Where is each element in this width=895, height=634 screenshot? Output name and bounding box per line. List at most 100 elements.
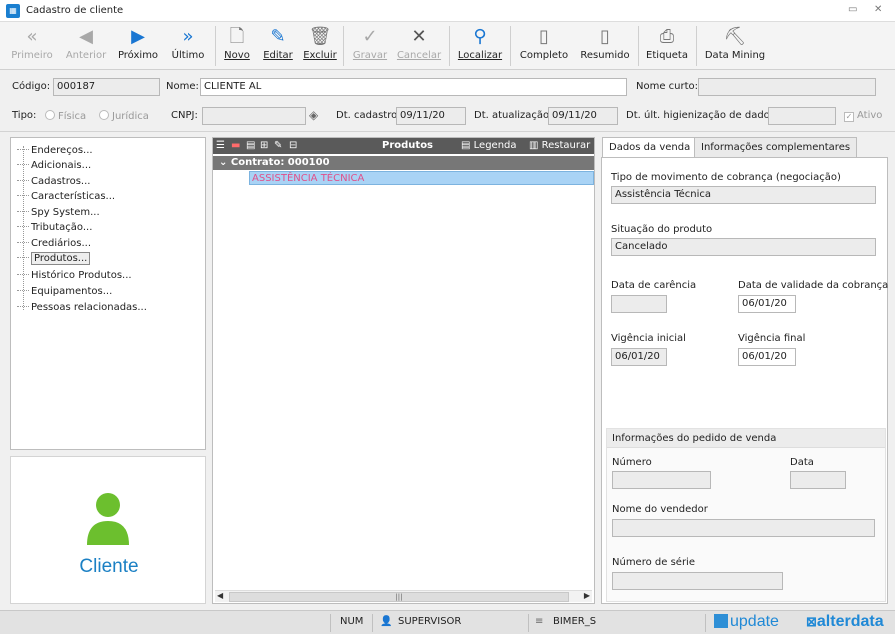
registration-date-label: Dt. cadastro:	[336, 110, 401, 121]
last-button[interactable]: » Último	[168, 22, 208, 68]
new-document-icon: 🗋	[229, 26, 245, 47]
code-field[interactable]: 000187	[53, 78, 160, 96]
data-mining-button[interactable]: ⛏ Data Mining	[702, 22, 768, 68]
code-label: Código:	[12, 81, 51, 92]
product-status-label: Situação do produto	[611, 224, 713, 235]
hygiene-date-label: Dt. últ. higienização de dados:	[626, 110, 779, 121]
toolbar-separator	[510, 26, 511, 66]
active-checkbox[interactable]: ✓ Ativo	[844, 110, 882, 122]
tab-dados-venda[interactable]: Dados da venda	[602, 137, 698, 158]
expand-all-icon[interactable]: ☰	[216, 140, 225, 151]
scroll-thumb[interactable]: |||	[229, 592, 569, 602]
product-row-selected[interactable]: ASSISTÊNCIA TÉCNICA	[249, 171, 594, 185]
printer-icon: ⎙	[659, 26, 675, 47]
tab-informacoes-complementares[interactable]: Informações complementares	[694, 137, 858, 157]
nav-item-enderecos[interactable]: Endereços...	[17, 145, 93, 160]
remove-icon[interactable]: ⊟	[289, 140, 297, 151]
restore-button[interactable]: ▥ Restaurar	[529, 140, 590, 151]
short-name-field[interactable]	[698, 78, 876, 96]
list-icon[interactable]: ▤	[246, 140, 255, 151]
cancel-button[interactable]: ✕ Cancelar	[396, 22, 442, 68]
start-validity-field[interactable]: 06/01/20	[611, 348, 667, 366]
start-validity-label: Vigência inicial	[611, 333, 686, 344]
nav-item-cadastros[interactable]: Cadastros...	[17, 176, 90, 191]
nav-item-produtos[interactable]: Produtos...	[17, 252, 91, 268]
new-button[interactable]: 🗋 Novo	[222, 22, 252, 68]
name-field[interactable]: CLIENTE AL	[200, 78, 627, 96]
nav-item-equipamentos[interactable]: Equipamentos...	[17, 286, 112, 301]
type-fisica-radio[interactable]: Física	[45, 110, 86, 122]
status-separator	[330, 614, 331, 632]
toolbar-separator	[696, 26, 697, 66]
toolbar-separator	[215, 26, 216, 66]
contract-row[interactable]: ⌄ Contrato: 000100	[213, 156, 594, 170]
scroll-right-icon[interactable]: ▶	[584, 591, 590, 600]
update-logo-icon	[714, 614, 728, 628]
save-button[interactable]: ✓ Gravar	[352, 22, 388, 68]
cnpj-label: CNPJ:	[171, 110, 198, 121]
order-info-section: Informações do pedido de venda Número Da…	[606, 428, 886, 602]
end-validity-field[interactable]: 06/01/20	[738, 348, 796, 366]
short-name-label: Nome curto:	[636, 81, 699, 92]
trash-icon: 🗑	[308, 26, 332, 47]
previous-button[interactable]: ◀ Anterior	[64, 22, 108, 68]
eye-icon[interactable]: ◈	[309, 108, 318, 122]
billing-validity-field[interactable]: 06/01/20	[738, 295, 796, 313]
nav-item-adicionais[interactable]: Adicionais...	[17, 160, 91, 175]
alterdata-logo: ⊠alterdata	[806, 613, 884, 630]
next-button[interactable]: ▶ Próximo	[116, 22, 160, 68]
alterdata-logo-icon: ⊠	[806, 614, 817, 629]
legend-button[interactable]: ▤ Legenda	[461, 140, 517, 151]
title-bar: ▦ Cadastro de cliente ▭ ✕	[0, 0, 895, 22]
serial-number-field[interactable]	[612, 572, 783, 590]
status-bar: NUM 👤 SUPERVISOR ≡ BIMER_S update ⊠alter…	[0, 610, 895, 634]
billing-type-label: Tipo de movimento de cobrança (negociaçã…	[611, 172, 841, 183]
grace-date-field[interactable]	[611, 295, 667, 313]
checkmark-icon: ✓	[362, 26, 378, 47]
minimize-button[interactable]: ▭	[848, 4, 857, 15]
first-button[interactable]: «Primeiro	[10, 22, 54, 68]
close-icon: ✕	[411, 26, 427, 47]
nav-item-spy-system[interactable]: Spy System...	[17, 207, 100, 222]
scroll-left-icon[interactable]: ◀	[217, 591, 223, 600]
client-header: Código: 000187 Nome: CLIENTE AL Nome cur…	[0, 70, 895, 132]
billing-validity-label: Data de validade da cobrança	[738, 280, 889, 291]
nav-item-caracteristicas[interactable]: Características...	[17, 191, 115, 206]
update-date-label: Dt. atualização:	[474, 110, 553, 121]
nav-item-pessoas-relacionadas[interactable]: Pessoas relacionadas...	[17, 302, 147, 317]
registration-date-field[interactable]: 09/11/20	[396, 107, 466, 125]
status-separator	[528, 614, 529, 632]
order-date-field[interactable]	[790, 471, 846, 489]
end-validity-label: Vigência final	[738, 333, 806, 344]
collapse-icon[interactable]: ▬	[231, 140, 240, 151]
nav-item-tributacao[interactable]: Tributação...	[17, 222, 92, 237]
toolbar-separator	[343, 26, 344, 66]
seller-name-field[interactable]	[612, 519, 875, 537]
type-label: Tipo:	[12, 110, 37, 121]
add-icon[interactable]: ⊞	[260, 140, 268, 151]
horizontal-scrollbar[interactable]: ◀ ||| ▶	[215, 590, 592, 602]
hygiene-date-field[interactable]	[768, 107, 836, 125]
summary-report-button[interactable]: ▯ Resumido	[578, 22, 632, 68]
order-number-field[interactable]	[612, 471, 711, 489]
nav-item-historico-produtos[interactable]: Histórico Produtos...	[17, 270, 132, 285]
toolbar-separator	[449, 26, 450, 66]
product-status-field[interactable]: Cancelado	[611, 238, 876, 256]
document-icon: ▯	[600, 26, 610, 47]
update-date-field[interactable]: 09/11/20	[548, 107, 618, 125]
billing-type-field[interactable]: Assistência Técnica	[611, 186, 876, 204]
database-icon: ≡	[535, 616, 544, 627]
edit-icon[interactable]: ✎	[274, 140, 282, 151]
nav-item-crediarios[interactable]: Crediários...	[17, 238, 91, 253]
search-button[interactable]: ⚲ Localizar	[456, 22, 504, 68]
close-button[interactable]: ✕	[874, 4, 882, 15]
user-search-icon: ⚲	[473, 26, 487, 47]
seller-name-label: Nome do vendedor	[612, 504, 708, 515]
type-juridica-radio[interactable]: Jurídica	[99, 110, 149, 122]
label-button[interactable]: ⎙ Etiqueta	[644, 22, 690, 68]
edit-button[interactable]: ✎ Editar	[260, 22, 296, 68]
delete-button[interactable]: 🗑 Excluir	[302, 22, 338, 68]
cnpj-field[interactable]	[202, 107, 306, 125]
app-icon: ▦	[6, 4, 20, 18]
full-report-button[interactable]: ▯ Completo	[518, 22, 570, 68]
